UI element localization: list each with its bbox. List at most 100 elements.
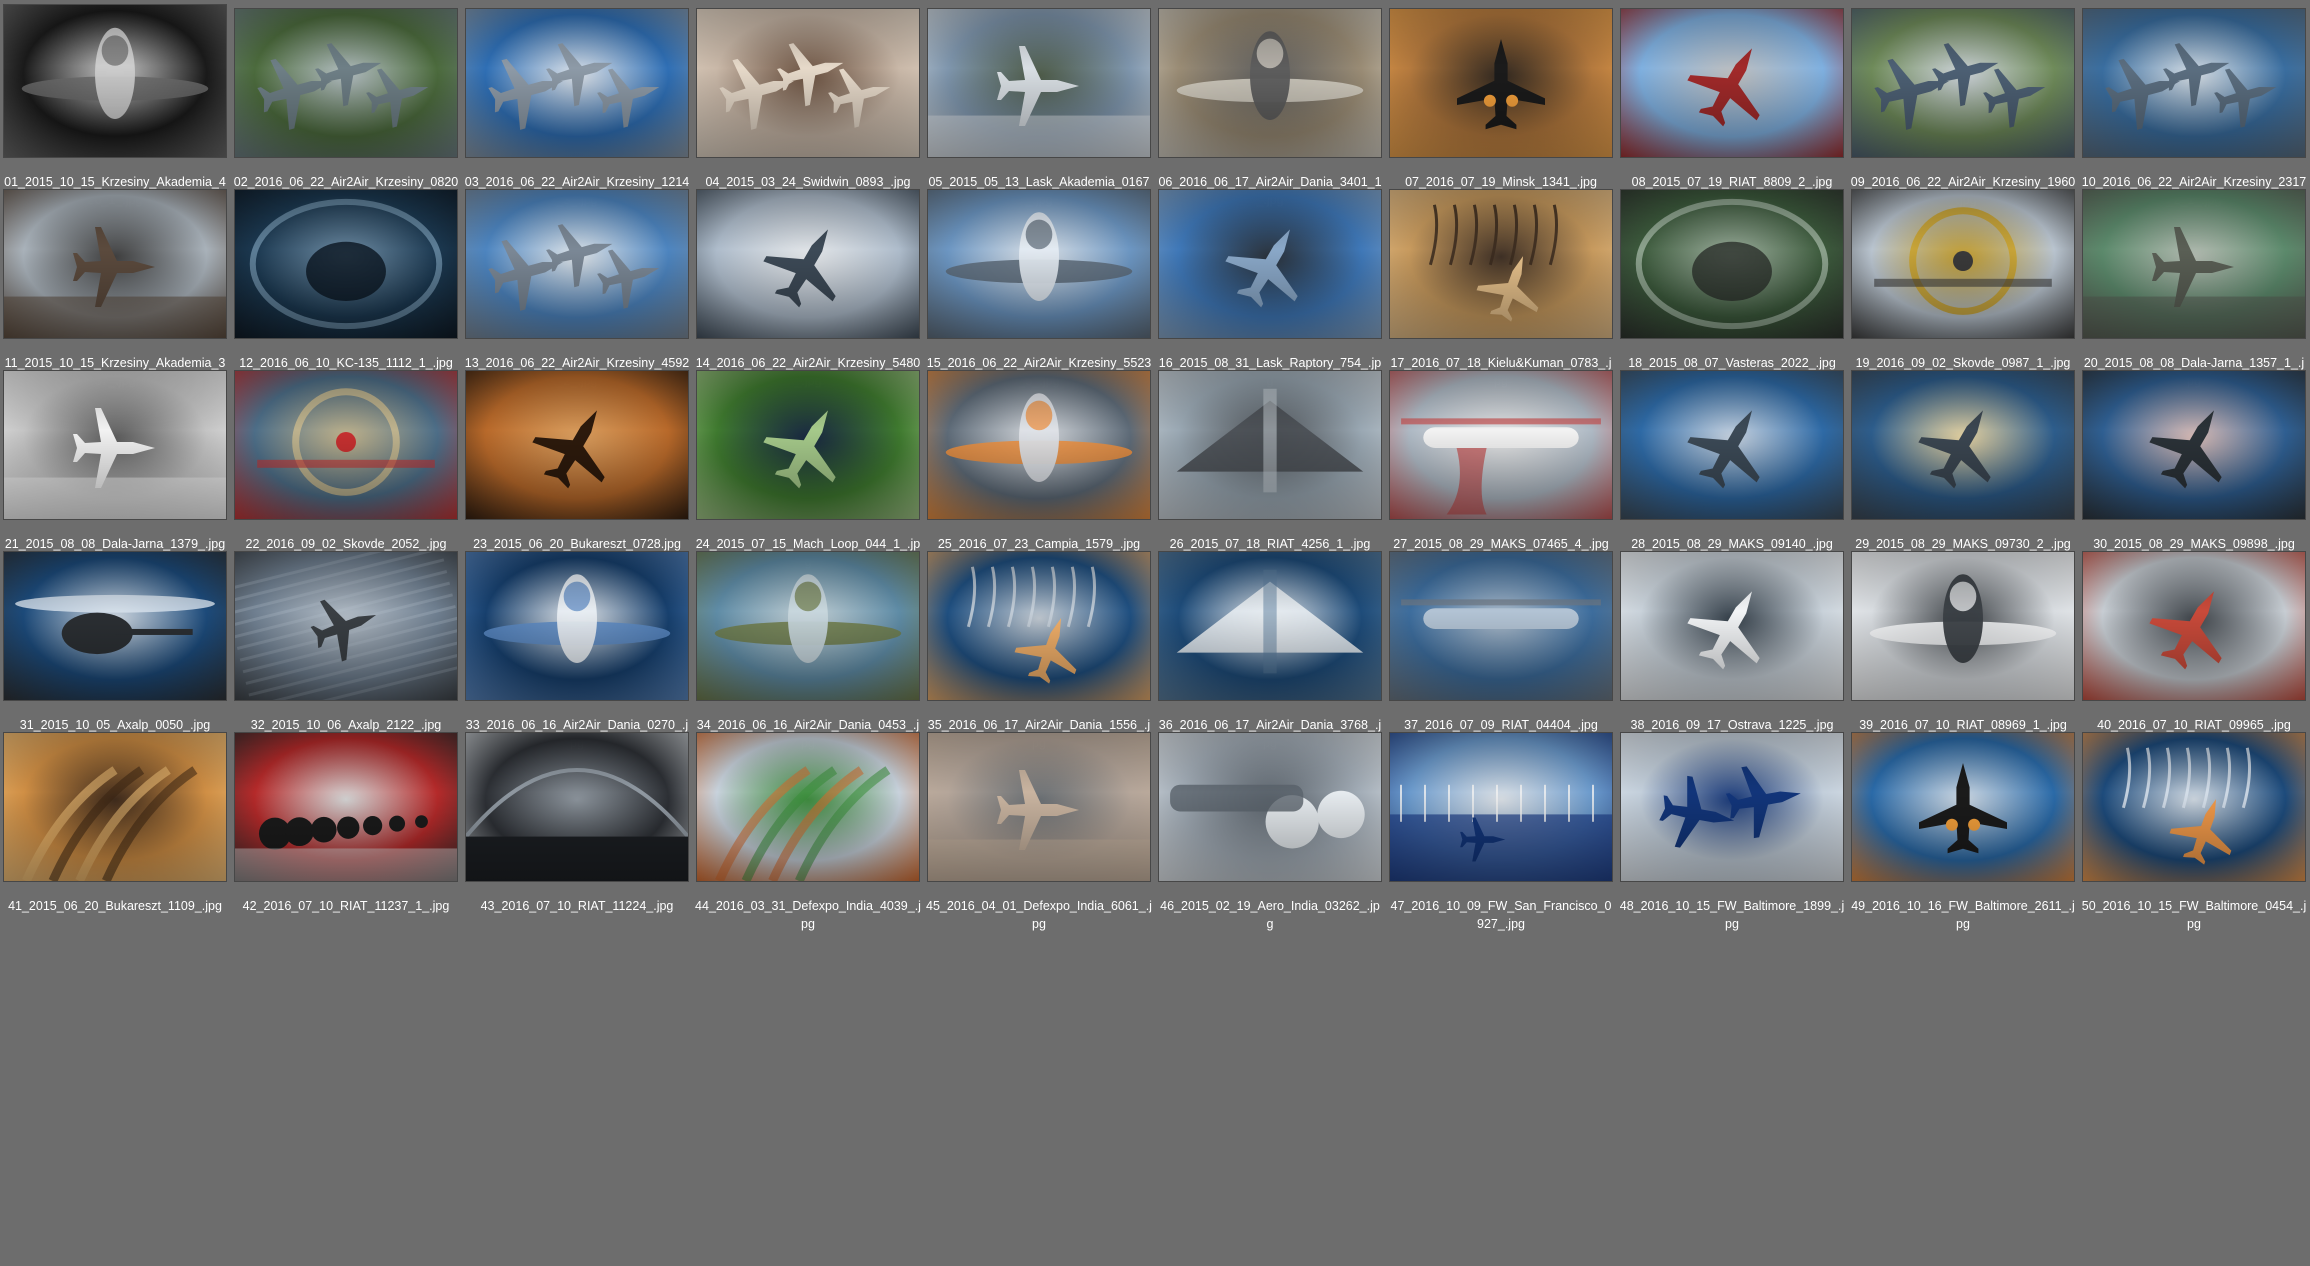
thumbnail-image[interactable] (1621, 733, 1843, 881)
thumbnail-image[interactable] (1159, 733, 1381, 881)
thumbnail-image[interactable] (1390, 552, 1612, 700)
thumbnail-image[interactable] (2083, 371, 2305, 519)
thumbnail-grid: 01_2015_10_15_Krzesiny_Akademia_426_1_.j… (0, 0, 2310, 1266)
thumbnail-image[interactable] (1159, 371, 1381, 519)
thumbnail-frame (928, 729, 1150, 881)
thumbnail-frame (235, 729, 457, 881)
thumbnail-image[interactable] (1621, 371, 1843, 519)
thumbnail-image[interactable] (928, 552, 1150, 700)
thumbnail-image[interactable] (235, 371, 457, 519)
thumbnail-image[interactable] (4, 371, 226, 519)
thumbnail-filename: 41_2015_06_20_Bukareszt_1109_.jpg (8, 899, 222, 913)
thumbnail-frame (1621, 548, 1843, 700)
thumbnail-image[interactable] (697, 190, 919, 338)
thumbnail-image[interactable] (466, 552, 688, 700)
thumbnail-frame (928, 186, 1150, 338)
thumbnail-image[interactable] (4, 552, 226, 700)
thumbnail-image[interactable] (1852, 371, 2074, 519)
thumbnail-filename: 43_2016_07_10_RIAT_11224_.jpg (480, 899, 674, 913)
thumbnail-frame (1390, 186, 1612, 338)
thumbnail-frame (466, 5, 688, 157)
thumbnail-image[interactable] (4, 733, 226, 881)
thumbnail-image[interactable] (466, 190, 688, 338)
thumbnail-tile[interactable]: 50_2016_10_15_FW_Baltimore_0454_.jpg (2079, 724, 2309, 982)
thumbnail-frame (1159, 186, 1381, 338)
thumbnail-frame (928, 367, 1150, 519)
thumbnail-frame (4, 5, 226, 157)
thumbnail-image[interactable] (1159, 9, 1381, 157)
thumbnail-image[interactable] (2083, 9, 2305, 157)
thumbnail-image[interactable] (2083, 190, 2305, 338)
thumbnail-image[interactable] (1390, 190, 1612, 338)
thumbnail-frame (4, 729, 226, 881)
thumbnail-frame (235, 367, 457, 519)
thumbnail-image[interactable] (1390, 733, 1612, 881)
thumbnail-frame (1159, 367, 1381, 519)
thumbnail-tile[interactable]: 43_2016_07_10_RIAT_11224_.jpg (462, 724, 692, 982)
thumbnail-image[interactable] (928, 9, 1150, 157)
thumbnail-image[interactable] (928, 371, 1150, 519)
thumbnail-frame (1852, 729, 2074, 881)
thumbnail-image[interactable] (466, 371, 688, 519)
thumbnail-frame (1390, 367, 1612, 519)
thumbnail-frame (235, 5, 457, 157)
thumbnail-filename: 47_2016_10_09_FW_San_Francisco_0927_.jpg (1390, 899, 1612, 931)
thumbnail-filename: 48_2016_10_15_FW_Baltimore_1899_.jpg (1619, 899, 1845, 931)
thumbnail-frame (4, 548, 226, 700)
thumbnail-frame (2083, 5, 2305, 157)
thumbnail-tile[interactable]: 48_2016_10_15_FW_Baltimore_1899_.jpg (1617, 724, 1847, 982)
thumbnail-frame (1390, 729, 1612, 881)
thumbnail-image[interactable] (697, 371, 919, 519)
thumbnail-image[interactable] (1852, 552, 2074, 700)
thumbnail-image[interactable] (2083, 552, 2305, 700)
thumbnail-image[interactable] (1621, 190, 1843, 338)
thumbnail-frame (697, 367, 919, 519)
thumbnail-frame (928, 5, 1150, 157)
thumbnail-image[interactable] (235, 552, 457, 700)
thumbnail-image[interactable] (1621, 552, 1843, 700)
thumbnail-tile[interactable]: 47_2016_10_09_FW_San_Francisco_0927_.jpg (1386, 724, 1616, 982)
thumbnail-frame (2083, 729, 2305, 881)
thumbnail-frame (1621, 186, 1843, 338)
thumbnail-filename: 49_2016_10_16_FW_Baltimore_2611_.jpg (1851, 899, 2075, 931)
thumbnail-frame (235, 548, 457, 700)
thumbnail-image[interactable] (235, 9, 457, 157)
thumbnail-image[interactable] (1852, 9, 2074, 157)
thumbnail-image[interactable] (4, 5, 226, 157)
thumbnail-frame (466, 729, 688, 881)
thumbnail-image[interactable] (466, 9, 688, 157)
thumbnail-image[interactable] (235, 733, 457, 881)
thumbnail-frame (466, 367, 688, 519)
thumbnail-frame (1621, 367, 1843, 519)
thumbnail-tile[interactable]: 45_2016_04_01_Defexpo_India_6061_.jpg (924, 724, 1154, 982)
thumbnail-tile[interactable]: 44_2016_03_31_Defexpo_India_4039_.jpg (693, 724, 923, 982)
thumbnail-image[interactable] (697, 733, 919, 881)
thumbnail-tile[interactable]: 46_2015_02_19_Aero_India_03262_.jpg (1155, 724, 1385, 982)
thumbnail-frame (4, 186, 226, 338)
thumbnail-image[interactable] (928, 190, 1150, 338)
thumbnail-image[interactable] (1390, 9, 1612, 157)
thumbnail-image[interactable] (1159, 190, 1381, 338)
thumbnail-tile[interactable]: 42_2016_07_10_RIAT_11237_1_.jpg (231, 724, 461, 982)
thumbnail-image[interactable] (1852, 190, 2074, 338)
thumbnail-image[interactable] (1159, 552, 1381, 700)
thumbnail-frame (1852, 367, 2074, 519)
thumbnail-frame (697, 729, 919, 881)
thumbnail-image[interactable] (4, 190, 226, 338)
thumbnail-tile[interactable]: 41_2015_06_20_Bukareszt_1109_.jpg (0, 724, 230, 982)
thumbnail-image[interactable] (1390, 371, 1612, 519)
thumbnail-frame (1852, 186, 2074, 338)
thumbnail-image[interactable] (1852, 733, 2074, 881)
thumbnail-frame (1390, 5, 1612, 157)
thumbnail-image[interactable] (928, 733, 1150, 881)
thumbnail-image[interactable] (2083, 733, 2305, 881)
thumbnail-image[interactable] (466, 733, 688, 881)
thumbnail-image[interactable] (697, 552, 919, 700)
thumbnail-image[interactable] (235, 190, 457, 338)
thumbnail-frame (1159, 729, 1381, 881)
thumbnail-frame (1159, 548, 1381, 700)
thumbnail-image[interactable] (697, 9, 919, 157)
thumbnail-image[interactable] (1621, 9, 1843, 157)
thumbnail-frame (697, 186, 919, 338)
thumbnail-tile[interactable]: 49_2016_10_16_FW_Baltimore_2611_.jpg (1848, 724, 2078, 982)
